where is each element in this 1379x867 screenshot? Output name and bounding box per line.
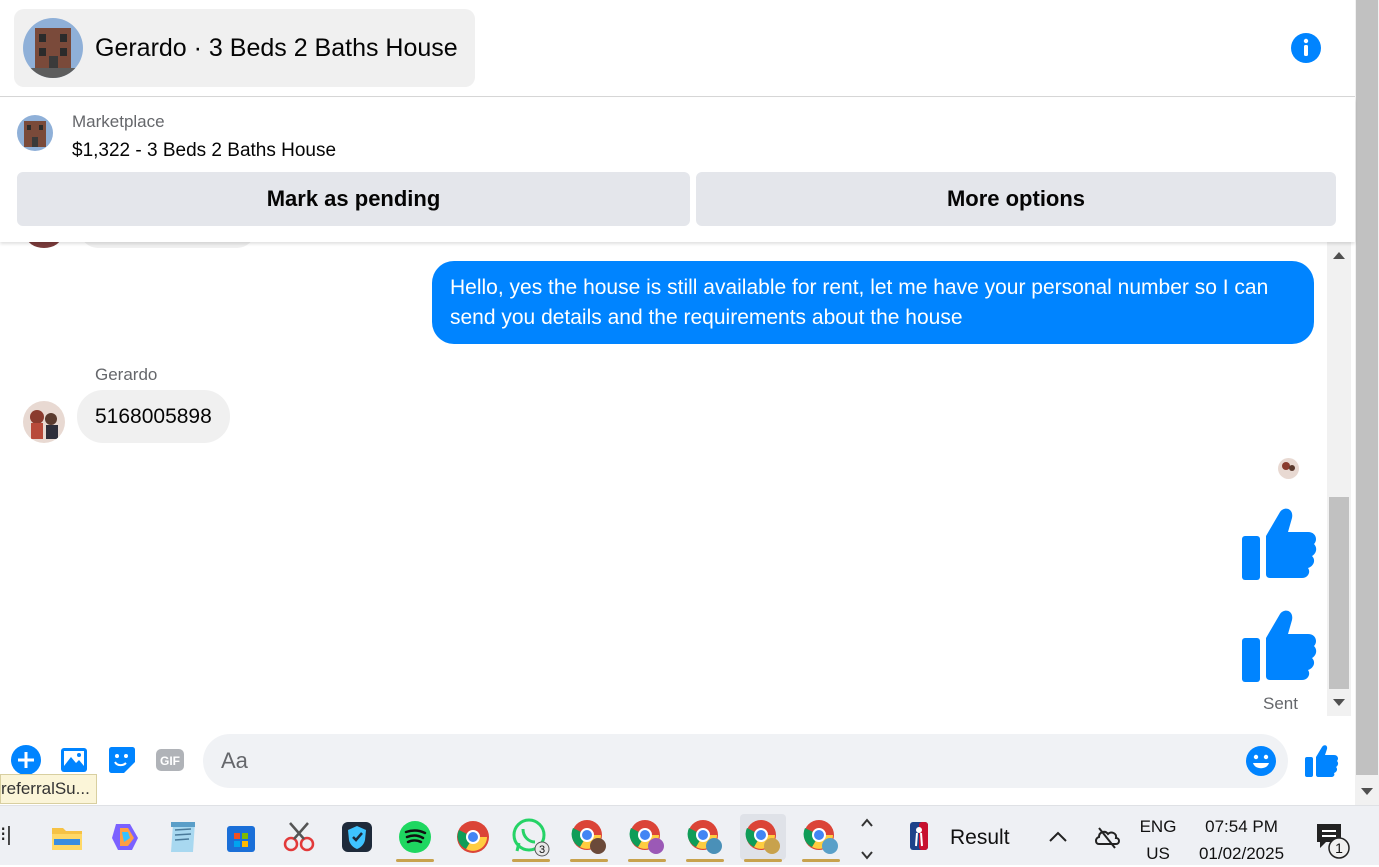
mark-as-pending-button[interactable]: Mark as pending <box>17 172 690 226</box>
incoming-message[interactable]: 5168005898 <box>77 390 230 443</box>
widget-text[interactable]: Result <box>950 826 1010 850</box>
spotify-icon[interactable] <box>392 814 438 862</box>
seen-avatar <box>1278 458 1299 479</box>
chrome-profile-5-icon[interactable] <box>798 814 844 862</box>
page-scrollbar-thumb[interactable] <box>1356 0 1378 775</box>
listing-thumbnail <box>17 115 53 151</box>
clock-date: 01/02/2025 <box>1198 844 1285 863</box>
keyboard-region: US <box>1146 844 1170 863</box>
conversation-title-button[interactable]: Gerardo · 3 Beds 2 Baths House <box>14 9 475 87</box>
whatsapp-icon[interactable]: 3 <box>508 814 554 862</box>
microsoft-store-icon[interactable] <box>218 814 264 860</box>
listing-avatar <box>23 18 83 78</box>
status-tooltip: referralSu... <box>0 774 97 804</box>
sender-name: Gerardo <box>95 365 158 384</box>
conversation-header: Gerardo · 3 Beds 2 Baths House <box>0 0 1355 97</box>
outgoing-message[interactable]: Hello, yes the house is still available … <box>432 261 1314 344</box>
message-status: Sent <box>1263 694 1298 713</box>
notification-center-icon[interactable]: 1 <box>1314 820 1354 860</box>
chrome-profile-1-icon[interactable] <box>566 814 612 862</box>
nba-widget-icon[interactable] <box>908 820 930 852</box>
emoji-icon[interactable] <box>1245 745 1277 777</box>
send-like-icon[interactable] <box>1303 744 1339 778</box>
gif-icon[interactable]: GIF <box>154 744 186 776</box>
message-bubble-clipped <box>80 242 255 248</box>
message-composer: GIF <box>0 720 1355 805</box>
scrollbar-thumb[interactable] <box>1329 497 1349 689</box>
message-list: Hello, yes the house is still available … <box>0 242 1327 720</box>
taskbar-edge-glyph: ⁝| <box>0 824 12 846</box>
language-code: ENG <box>1139 817 1177 836</box>
onedrive-offline-icon[interactable] <box>1093 824 1121 850</box>
marketplace-label: Marketplace <box>72 112 165 131</box>
chrome-profile-3-icon[interactable] <box>682 814 728 862</box>
photo-icon[interactable] <box>59 744 91 776</box>
thumbs-up-icon[interactable] <box>1238 506 1318 582</box>
sender-avatar[interactable] <box>23 401 65 443</box>
conversation-title: Gerardo · 3 Beds 2 Baths House <box>95 33 458 62</box>
page-scrollbar[interactable] <box>1355 0 1379 805</box>
notepad-icon[interactable] <box>160 814 206 860</box>
avatar <box>26 242 62 248</box>
thumbs-up-icon[interactable] <box>1238 608 1318 684</box>
windows-taskbar: ⁝| 3 Result ENG US 07:54 PM 01/02/2025 1 <box>0 805 1379 865</box>
svg-text:GIF: GIF <box>160 754 180 768</box>
whatsapp-badge: 3 <box>539 844 545 856</box>
snipping-tool-icon[interactable] <box>276 814 322 860</box>
info-icon[interactable] <box>1290 32 1322 64</box>
scroll-down-arrow[interactable] <box>1333 699 1345 706</box>
plus-icon[interactable] <box>10 744 42 776</box>
vpn-shield-icon[interactable] <box>334 814 380 860</box>
messenger-window: Gerardo · 3 Beds 2 Baths House Marketpla… <box>0 0 1379 865</box>
chrome-profile-2-icon[interactable] <box>624 814 670 862</box>
sticker-icon[interactable] <box>106 744 138 776</box>
listing-title[interactable]: $1,322 - 3 Beds 2 Baths House <box>72 140 336 162</box>
notification-count: 1 <box>1335 840 1343 856</box>
chrome-icon[interactable] <box>450 814 496 860</box>
scroll-up-arrow[interactable] <box>1333 252 1345 259</box>
chrome-profile-4-icon[interactable] <box>740 814 786 862</box>
file-explorer-icon[interactable] <box>44 814 90 860</box>
message-input[interactable] <box>203 734 1288 788</box>
page-scroll-down-arrow[interactable] <box>1361 788 1373 795</box>
show-hidden-icons-icon[interactable] <box>1047 826 1069 848</box>
copilot-icon[interactable] <box>102 814 148 860</box>
taskbar-overflow-chevrons-icon[interactable] <box>859 812 875 862</box>
more-options-button[interactable]: More options <box>696 172 1336 226</box>
language-indicator[interactable]: ENG US <box>1138 813 1178 867</box>
system-clock[interactable]: 07:54 PM 01/02/2025 <box>1190 813 1293 867</box>
chat-scrollbar[interactable] <box>1327 242 1351 716</box>
clock-time: 07:54 PM <box>1205 817 1278 836</box>
marketplace-panel: Marketplace $1,322 - 3 Beds 2 Baths Hous… <box>0 98 1355 242</box>
